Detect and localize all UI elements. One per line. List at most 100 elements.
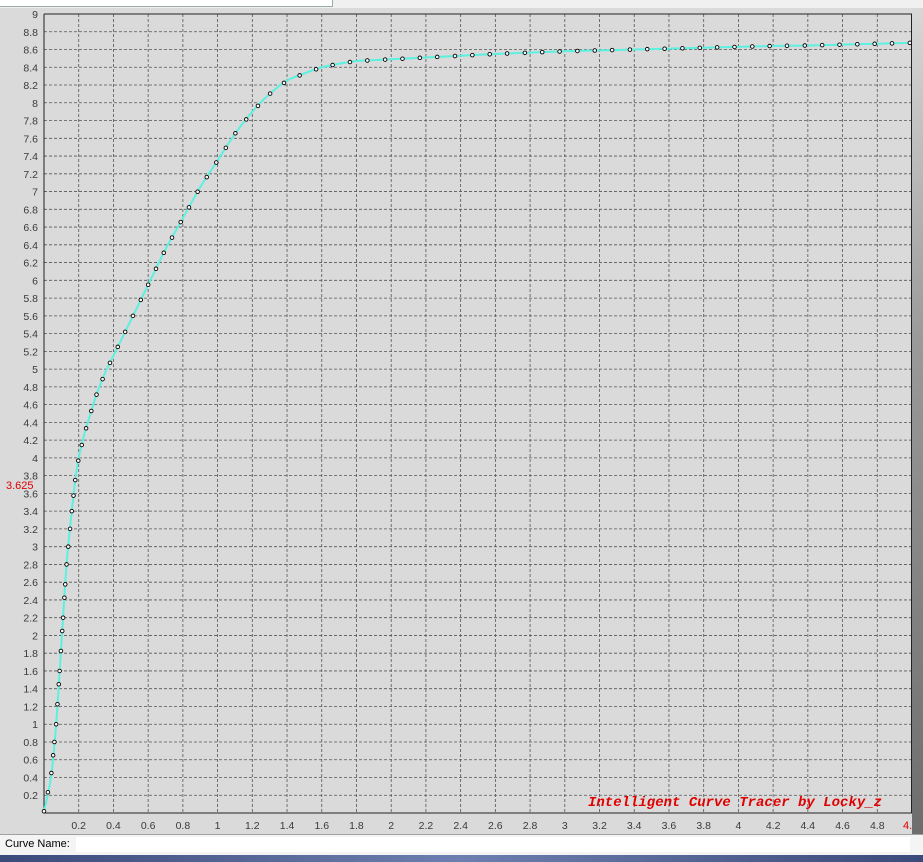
curve-point: [504, 51, 510, 56]
x-tick-label: 4: [735, 820, 741, 832]
curve-point: [365, 58, 370, 63]
curve-point: [161, 250, 167, 256]
x-tick-label: 0.4: [106, 820, 121, 832]
y-tick-label: 7: [32, 187, 38, 199]
curve-point: [680, 46, 685, 51]
curve-point: [94, 392, 99, 397]
y-tick-label: 5.8: [23, 293, 38, 305]
curve-point: [89, 408, 94, 414]
curve-point: [592, 48, 597, 53]
x-tick-label: 1.2: [245, 820, 260, 832]
curve-point: [195, 189, 200, 195]
x-tick-label: 1.6: [314, 820, 329, 832]
curve-point: [539, 49, 545, 55]
y-tick-label: 8.6: [23, 45, 38, 57]
x-marker-label: 4.9: [903, 820, 912, 832]
curve-point: [55, 701, 60, 707]
curve-point: [145, 282, 151, 288]
y-marker-label: 3.625: [6, 480, 34, 492]
y-tick-label: 2.6: [23, 577, 38, 589]
x-tick-label: 3.4: [627, 820, 642, 832]
y-tick-label: 0.2: [23, 790, 38, 802]
curve-point: [64, 562, 69, 567]
curve-point: [62, 595, 67, 600]
y-tick-label: 6.2: [23, 258, 38, 270]
curve-point: [72, 477, 78, 483]
curve-point: [347, 59, 353, 65]
curve-point: [53, 721, 59, 727]
y-tick-label: 5.2: [23, 346, 38, 358]
curve-point: [417, 55, 423, 61]
y-tick-label: 3.2: [23, 524, 38, 536]
curve-point: [60, 615, 66, 620]
curve-point: [434, 54, 440, 60]
curve-point: [52, 739, 57, 745]
chart-area[interactable]: 0.2 0.4 0.6 0.8 1 1.2 1.4 1.6 1.8 2 2.2 2.4 2.6 2.8 3 3…: [0, 8, 912, 834]
curve-point: [802, 43, 808, 48]
curve-point: [59, 628, 65, 634]
curve-point: [49, 770, 54, 776]
curve-point: [186, 205, 192, 210]
curve-point: [67, 526, 73, 532]
curve-point: [452, 53, 458, 59]
curve-point: [750, 44, 755, 49]
x-tick-label: 2.4: [453, 820, 468, 832]
y-tick-label: 1.2: [23, 701, 38, 713]
y-tick-label: 8.4: [23, 62, 38, 74]
x-tick-label: 4.6: [835, 820, 850, 832]
right-scroll-edge[interactable]: [912, 8, 923, 834]
x-tick-label: 2.6: [488, 820, 503, 832]
x-tick-label: 0.6: [141, 820, 156, 832]
curve-point: [575, 48, 580, 54]
curve-point: [400, 56, 405, 61]
curve-point: [76, 458, 81, 463]
curve-point: [697, 45, 703, 51]
curve-point: [71, 493, 76, 498]
y-tick-label: 4.4: [23, 417, 38, 429]
curve-point: [267, 91, 273, 96]
y-tick-label: 5.6: [23, 311, 38, 323]
x-tick-label: 2.2: [419, 820, 434, 832]
curve-point: [57, 668, 62, 674]
curve-name-label: Curve Name:: [5, 838, 70, 850]
curve-point: [178, 219, 183, 225]
curve-point: [56, 682, 62, 687]
curve-point: [66, 544, 71, 549]
y-tick-label: 7.4: [23, 151, 38, 163]
curve-name-field[interactable]: [76, 837, 910, 852]
y-tick-label: 2: [32, 630, 38, 642]
curve-point: [645, 46, 650, 52]
curve-point: [83, 426, 89, 431]
curve-point: [169, 235, 175, 240]
curve-point: [662, 46, 667, 51]
y-tick-label: 1.8: [23, 648, 38, 660]
curve-point: [45, 789, 51, 795]
y-tick-label: 0.4: [23, 772, 38, 784]
y-tick-label: 4.8: [23, 382, 38, 394]
curve-point: [889, 41, 895, 46]
y-tick-label: 4: [32, 453, 38, 465]
plot-background: [0, 8, 912, 834]
curve-point: [100, 376, 105, 382]
curve-point: [837, 42, 842, 47]
x-tick-label: 3.2: [592, 820, 607, 832]
y-tick-label: 9: [32, 9, 38, 21]
curve-point: [819, 42, 825, 48]
curve-point: [784, 43, 790, 49]
x-tick-label: 1: [215, 820, 221, 832]
curve-point: [58, 648, 64, 654]
curve-point: [522, 50, 528, 56]
y-tick-label: 5.4: [23, 329, 38, 341]
y-tick-label: 7.2: [23, 169, 38, 181]
y-tick-label: 8: [32, 98, 38, 110]
curve-point: [297, 73, 302, 78]
curve-point: [79, 442, 85, 448]
curve-point: [223, 145, 229, 151]
curve-point: [382, 57, 388, 62]
curve-point: [732, 44, 737, 50]
window-top-edge: [0, 0, 923, 8]
curve-point: [63, 582, 68, 587]
curve-point: [69, 508, 75, 514]
x-tick-label: 2: [388, 820, 394, 832]
curve-point: [233, 131, 238, 136]
